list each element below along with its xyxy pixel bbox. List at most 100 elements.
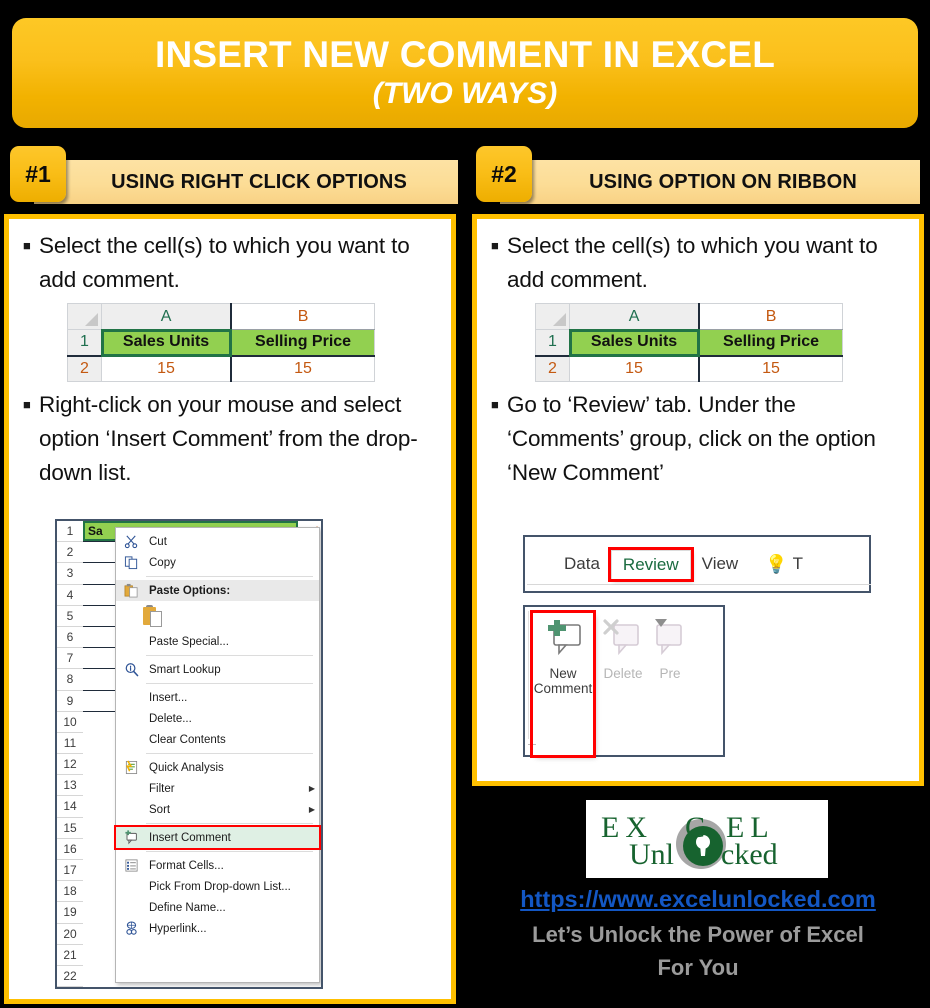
column-header-b[interactable]: B xyxy=(698,303,844,330)
grid-row-number[interactable]: 11 xyxy=(57,733,83,755)
menu-item-label: Insert... xyxy=(149,691,188,704)
menu-item-label: Pick From Drop-down List... xyxy=(149,880,291,893)
tab-review[interactable]: Review xyxy=(607,546,694,582)
column-header-a[interactable]: A xyxy=(569,303,700,330)
table-header-row: A B xyxy=(535,303,844,330)
no-icon xyxy=(119,633,143,651)
menu-item-label: Cut xyxy=(149,535,167,548)
website-url-link[interactable]: https://www.excelunlocked.com xyxy=(472,886,924,913)
method-2-step-1: ■ Select the cell(s) to which you want t… xyxy=(489,229,907,297)
menu-item-insert-comment[interactable]: Insert Comment xyxy=(114,825,321,850)
tab-view[interactable]: View xyxy=(691,550,750,578)
poster-title-banner: INSERT NEW COMMENT IN EXCEL (TWO WAYS) xyxy=(12,18,918,128)
grid-row-number[interactable]: 17 xyxy=(57,860,83,882)
menu-item-sort[interactable]: Sort ▶ xyxy=(116,799,319,820)
method-2-panel: ■ Select the cell(s) to which you want t… xyxy=(472,214,924,786)
paste-icon xyxy=(119,582,143,600)
cell-a2[interactable]: 15 xyxy=(569,354,700,382)
no-icon xyxy=(119,780,143,798)
grid-row-number[interactable]: 22 xyxy=(57,966,83,987)
menu-item-insert[interactable]: Insert... xyxy=(116,687,319,708)
menu-item-copy[interactable]: Copy xyxy=(116,552,319,573)
column-header-b[interactable]: B xyxy=(230,303,376,330)
new-comment-icon xyxy=(548,620,581,656)
cell-b2[interactable]: 15 xyxy=(698,354,844,382)
menu-item-quick-analysis[interactable]: Quick Analysis xyxy=(116,757,319,778)
no-icon xyxy=(119,710,143,728)
grid-row-number[interactable]: 4 xyxy=(57,585,83,606)
menu-item-pick-from-drop-down-list[interactable]: Pick From Drop-down List... xyxy=(116,876,319,897)
previous-comment-button: Pre xyxy=(653,613,687,755)
cell-a2[interactable]: 15 xyxy=(101,354,232,382)
grid-row-number[interactable]: 8 xyxy=(57,669,83,691)
grid-row-number[interactable]: 21 xyxy=(57,945,83,966)
method-2-step-2: ■ Go to ‘Review’ tab. Under the ‘Comment… xyxy=(489,388,907,490)
logo-graphic: EX C EL Unl cked xyxy=(593,804,821,874)
delete-comment-button: Delete xyxy=(593,613,653,755)
row-header-2[interactable]: 2 xyxy=(535,354,570,382)
scissors-icon xyxy=(119,533,143,551)
excel-sample-table-1: A B 1 Sales Units Selling Price 2 15 15 xyxy=(67,303,376,382)
section-1-bar: USING RIGHT CLICK OPTIONS xyxy=(34,160,458,204)
group-divider xyxy=(528,611,529,739)
clipboard-icon[interactable] xyxy=(143,605,162,627)
new-comment-button[interactable]: New Comment xyxy=(530,610,596,758)
previous-comment-label: Pre xyxy=(659,666,681,681)
cell-a1[interactable]: Sales Units xyxy=(100,328,233,357)
tagline-line-2: For You xyxy=(657,955,739,980)
cell-b1[interactable]: Selling Price xyxy=(230,329,376,356)
menu-item-hyperlink[interactable]: Hyperlink... xyxy=(116,918,319,939)
grid-row-number[interactable]: 19 xyxy=(57,902,83,924)
grid-row-number[interactable]: 7 xyxy=(57,648,83,670)
grid-row-number[interactable]: 20 xyxy=(57,924,83,945)
delete-comment-label: Delete xyxy=(603,666,643,681)
comments-group-screenshot: New Comment Delete Pre xyxy=(523,605,725,758)
menu-item-label: Insert Comment xyxy=(149,831,231,844)
grid-row-number[interactable]: 18 xyxy=(57,881,83,903)
menu-item-filter[interactable]: Filter ▶ xyxy=(116,778,319,799)
right-click-context-menu[interactable]: Cut Copy Paste Options: Paste Special... Sma… xyxy=(114,527,321,983)
menu-item-delete[interactable]: Delete... xyxy=(116,708,319,729)
grid-row-number[interactable]: 10 xyxy=(57,712,83,733)
no-icon xyxy=(119,801,143,819)
context-menu-screenshot: 12345678910111213141516171819202122 Sa !… xyxy=(55,519,323,989)
table-row: 1 Sales Units Selling Price xyxy=(67,328,376,357)
format-cells-icon xyxy=(119,857,143,875)
menu-item-clear-contents[interactable]: Clear Contents xyxy=(116,729,319,750)
select-all-corner[interactable] xyxy=(67,303,102,330)
grid-row-number[interactable]: 9 xyxy=(57,691,83,712)
grid-row-number[interactable]: 13 xyxy=(57,775,83,797)
menu-item-format-cells[interactable]: Format Cells... xyxy=(116,855,319,876)
grid-row-number[interactable]: 5 xyxy=(57,606,83,627)
grid-row-number[interactable]: 14 xyxy=(57,796,83,818)
row-header-1[interactable]: 1 xyxy=(67,329,102,356)
cell-b1[interactable]: Selling Price xyxy=(698,329,844,356)
grid-row-number[interactable]: 6 xyxy=(57,627,83,649)
row-header-1[interactable]: 1 xyxy=(535,329,570,356)
cell-b2[interactable]: 15 xyxy=(230,354,376,382)
menu-item-paste-options[interactable]: Paste Options: xyxy=(116,580,319,601)
grid-row-number[interactable]: 15 xyxy=(57,818,83,839)
section-2-badge: #2 xyxy=(476,146,532,202)
section-header-2: USING OPTION ON RIBBON #2 xyxy=(466,146,930,204)
grid-row-number[interactable]: 2 xyxy=(57,542,83,564)
grid-row-number[interactable]: 3 xyxy=(57,563,83,585)
paste-options-gallery[interactable] xyxy=(116,601,319,631)
submenu-arrow-icon: ▶ xyxy=(308,805,316,814)
menu-item-define-name[interactable]: Define Name... xyxy=(116,897,319,918)
lightbulb-icon[interactable]: 💡 xyxy=(765,554,787,575)
column-header-a[interactable]: A xyxy=(101,303,232,330)
menu-item-cut[interactable]: Cut xyxy=(116,531,319,552)
row-header-2[interactable]: 2 xyxy=(67,354,102,382)
menu-item-paste-special[interactable]: Paste Special... xyxy=(116,631,319,652)
new-comment-label-line2: Comment xyxy=(533,681,593,696)
select-all-corner[interactable] xyxy=(535,303,570,330)
bullet-square-icon: ■ xyxy=(23,238,31,253)
tab-data[interactable]: Data xyxy=(553,550,611,578)
grid-row-number[interactable]: 1 xyxy=(57,521,83,543)
cell-a1[interactable]: Sales Units xyxy=(568,328,701,357)
grid-row-number[interactable]: 12 xyxy=(57,754,83,776)
menu-item-smart-lookup[interactable]: Smart Lookup xyxy=(116,659,319,680)
previous-comment-icon xyxy=(655,619,682,656)
grid-row-number[interactable]: 16 xyxy=(57,839,83,860)
